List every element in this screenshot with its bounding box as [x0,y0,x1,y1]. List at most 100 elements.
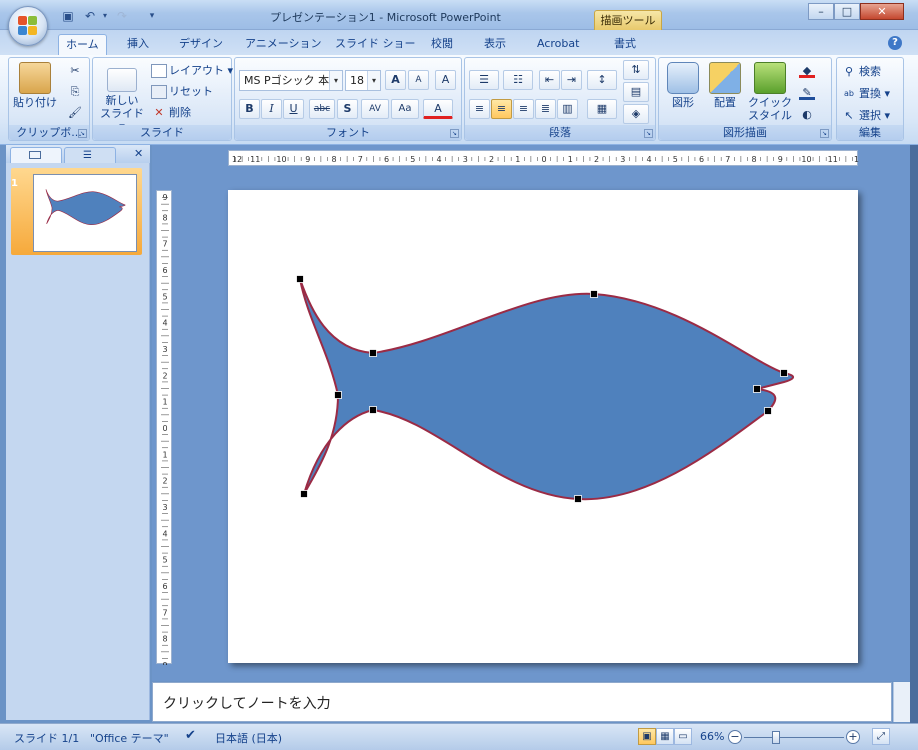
text-shadow-button[interactable]: S [337,99,358,119]
save-icon[interactable]: ▣ [60,9,76,23]
tab-slideshow[interactable]: スライド ショー [328,34,423,55]
undo-dropdown-icon[interactable]: ▾ [97,9,113,23]
dialog-launcher-icon[interactable]: ↘ [820,129,829,138]
zoom-level[interactable]: 66% [700,730,724,743]
align-text-button[interactable]: ▤ [623,82,649,102]
status-language[interactable]: 日本語 (日本) [215,730,282,746]
vertex-handle[interactable] [590,290,598,298]
vertical-ruler[interactable]: 9876543210123456789 [156,190,172,670]
shapes-button[interactable]: 図形 [663,62,703,109]
tab-outline[interactable]: ☰ [64,147,116,163]
columns-button[interactable]: ▦ [587,99,617,119]
grow-font-button[interactable]: A [385,70,406,90]
font-color-button[interactable]: A [423,99,453,119]
fish-shape[interactable] [299,278,794,501]
italic-button[interactable]: I [261,99,282,119]
slide-canvas[interactable] [228,190,858,663]
underline-button[interactable]: U [283,99,304,119]
vertex-handle[interactable] [780,369,788,377]
clear-formatting-button[interactable]: A [435,70,456,90]
slideshow-button[interactable]: ▭ [674,728,692,745]
arrange-button[interactable]: 配置 [705,62,745,109]
align-left-button[interactable]: ≡ [469,99,490,119]
align-center-button[interactable]: ≡ [491,99,512,119]
copy-icon[interactable]: ⎘ [67,85,83,99]
normal-view-button[interactable]: ▣ [638,728,656,745]
shape-outline-icon[interactable]: ✎ [799,86,815,100]
text-direction-button[interactable]: ⇅ [623,60,649,80]
maximize-button[interactable]: □ [834,3,860,20]
vertex-handle[interactable] [753,385,761,393]
tab-home[interactable]: ホーム [58,34,107,55]
vertex-handle[interactable] [334,391,342,399]
zoom-slider-thumb[interactable] [772,731,780,744]
strikethrough-button[interactable]: abc [309,99,335,119]
replace-button[interactable]: ab 置換 ▾ [841,84,890,104]
justify-button[interactable]: ≣ [535,99,556,119]
zoom-out-button[interactable]: − [728,730,742,744]
align-right-button[interactable]: ≡ [513,99,534,119]
new-slide-button[interactable]: 新しい スライド ▾ [97,62,147,133]
zoom-in-button[interactable]: + [846,730,860,744]
tab-format[interactable]: 書式 [607,34,643,55]
redo-icon[interactable]: ↷ [114,9,130,23]
tab-slides-thumbnails[interactable] [10,147,62,163]
tab-acrobat[interactable]: Acrobat [530,34,586,55]
tab-animation[interactable]: アニメーション [238,34,329,55]
tab-view[interactable]: 表示 [477,34,513,55]
format-painter-icon[interactable]: 🖌 [67,106,83,120]
smartart-button[interactable]: ◈ [623,104,649,124]
dialog-launcher-icon[interactable]: ↘ [644,129,653,138]
distribute-button[interactable]: ▥ [557,99,578,119]
layout-button[interactable]: レイアウト ▾ [151,61,233,81]
reset-button[interactable]: リセット [151,82,213,102]
bullets-button[interactable]: ☰ [469,70,499,90]
chevron-down-icon[interactable]: ▾ [367,71,380,90]
change-case-button[interactable]: Aa [391,99,419,119]
decrease-indent-button[interactable]: ⇤ [539,70,560,90]
select-button[interactable]: ↖ 選択 ▾ [841,106,890,126]
character-spacing-button[interactable]: AV [361,99,389,119]
close-button[interactable]: ✕ [860,3,904,20]
zoom-slider-track[interactable] [744,737,844,738]
status-theme[interactable]: "Office テーマ" [90,730,169,746]
numbering-button[interactable]: ☷ [503,70,533,90]
slide-sorter-button[interactable]: ▦ [656,728,674,745]
spellcheck-icon[interactable]: ✔ [185,728,196,743]
delete-slide-button[interactable]: ✕ 削除 [151,103,191,123]
font-size-combo[interactable]: 18 ▾ [345,70,381,91]
contextual-tab-drawing-tools[interactable]: 描画ツール [594,10,662,30]
cut-icon[interactable]: ✂ [67,64,83,78]
vertex-handle[interactable] [296,275,304,283]
horizontal-ruler[interactable]: 1211109876543210123456789101112 [228,150,864,166]
line-spacing-button[interactable]: ↕ [587,70,617,90]
undo-icon[interactable]: ↶ [82,9,98,23]
notes-scrollbar[interactable] [893,682,910,722]
tab-insert[interactable]: 挿入 [120,34,156,55]
shape-effects-icon[interactable]: ◐ [799,108,815,122]
close-icon[interactable]: ✕ [134,147,143,160]
bold-button[interactable]: B [239,99,260,119]
vertex-handle[interactable] [369,406,377,414]
font-name-combo[interactable]: MS Pゴシック 本文 ▾ [239,70,343,91]
chevron-down-icon[interactable]: ▾ [329,71,342,90]
tab-review[interactable]: 校閲 [424,34,460,55]
qat-customize-icon[interactable]: ▾ [144,9,160,23]
vertex-handle[interactable] [764,407,772,415]
increase-indent-button[interactable]: ⇥ [561,70,582,90]
shrink-font-button[interactable]: A [408,70,429,90]
tab-design[interactable]: デザイン [172,34,230,55]
slide-thumbnail[interactable] [33,174,137,252]
help-icon[interactable]: ? [888,36,902,50]
vertex-handle[interactable] [574,495,582,503]
find-button[interactable]: ⚲ 検索 [841,62,881,82]
shape-fill-icon[interactable]: ◆ [799,64,815,78]
notes-pane[interactable]: クリックしてノートを入力 [152,682,892,722]
dialog-launcher-icon[interactable]: ↘ [78,129,87,138]
minimize-button[interactable]: – [808,3,834,20]
vertex-handle[interactable] [369,349,377,357]
office-button[interactable] [8,6,48,46]
vertex-handle[interactable] [300,490,308,498]
paste-button[interactable]: 貼り付け [13,62,57,109]
fit-to-window-button[interactable]: ⤢ [872,728,890,745]
